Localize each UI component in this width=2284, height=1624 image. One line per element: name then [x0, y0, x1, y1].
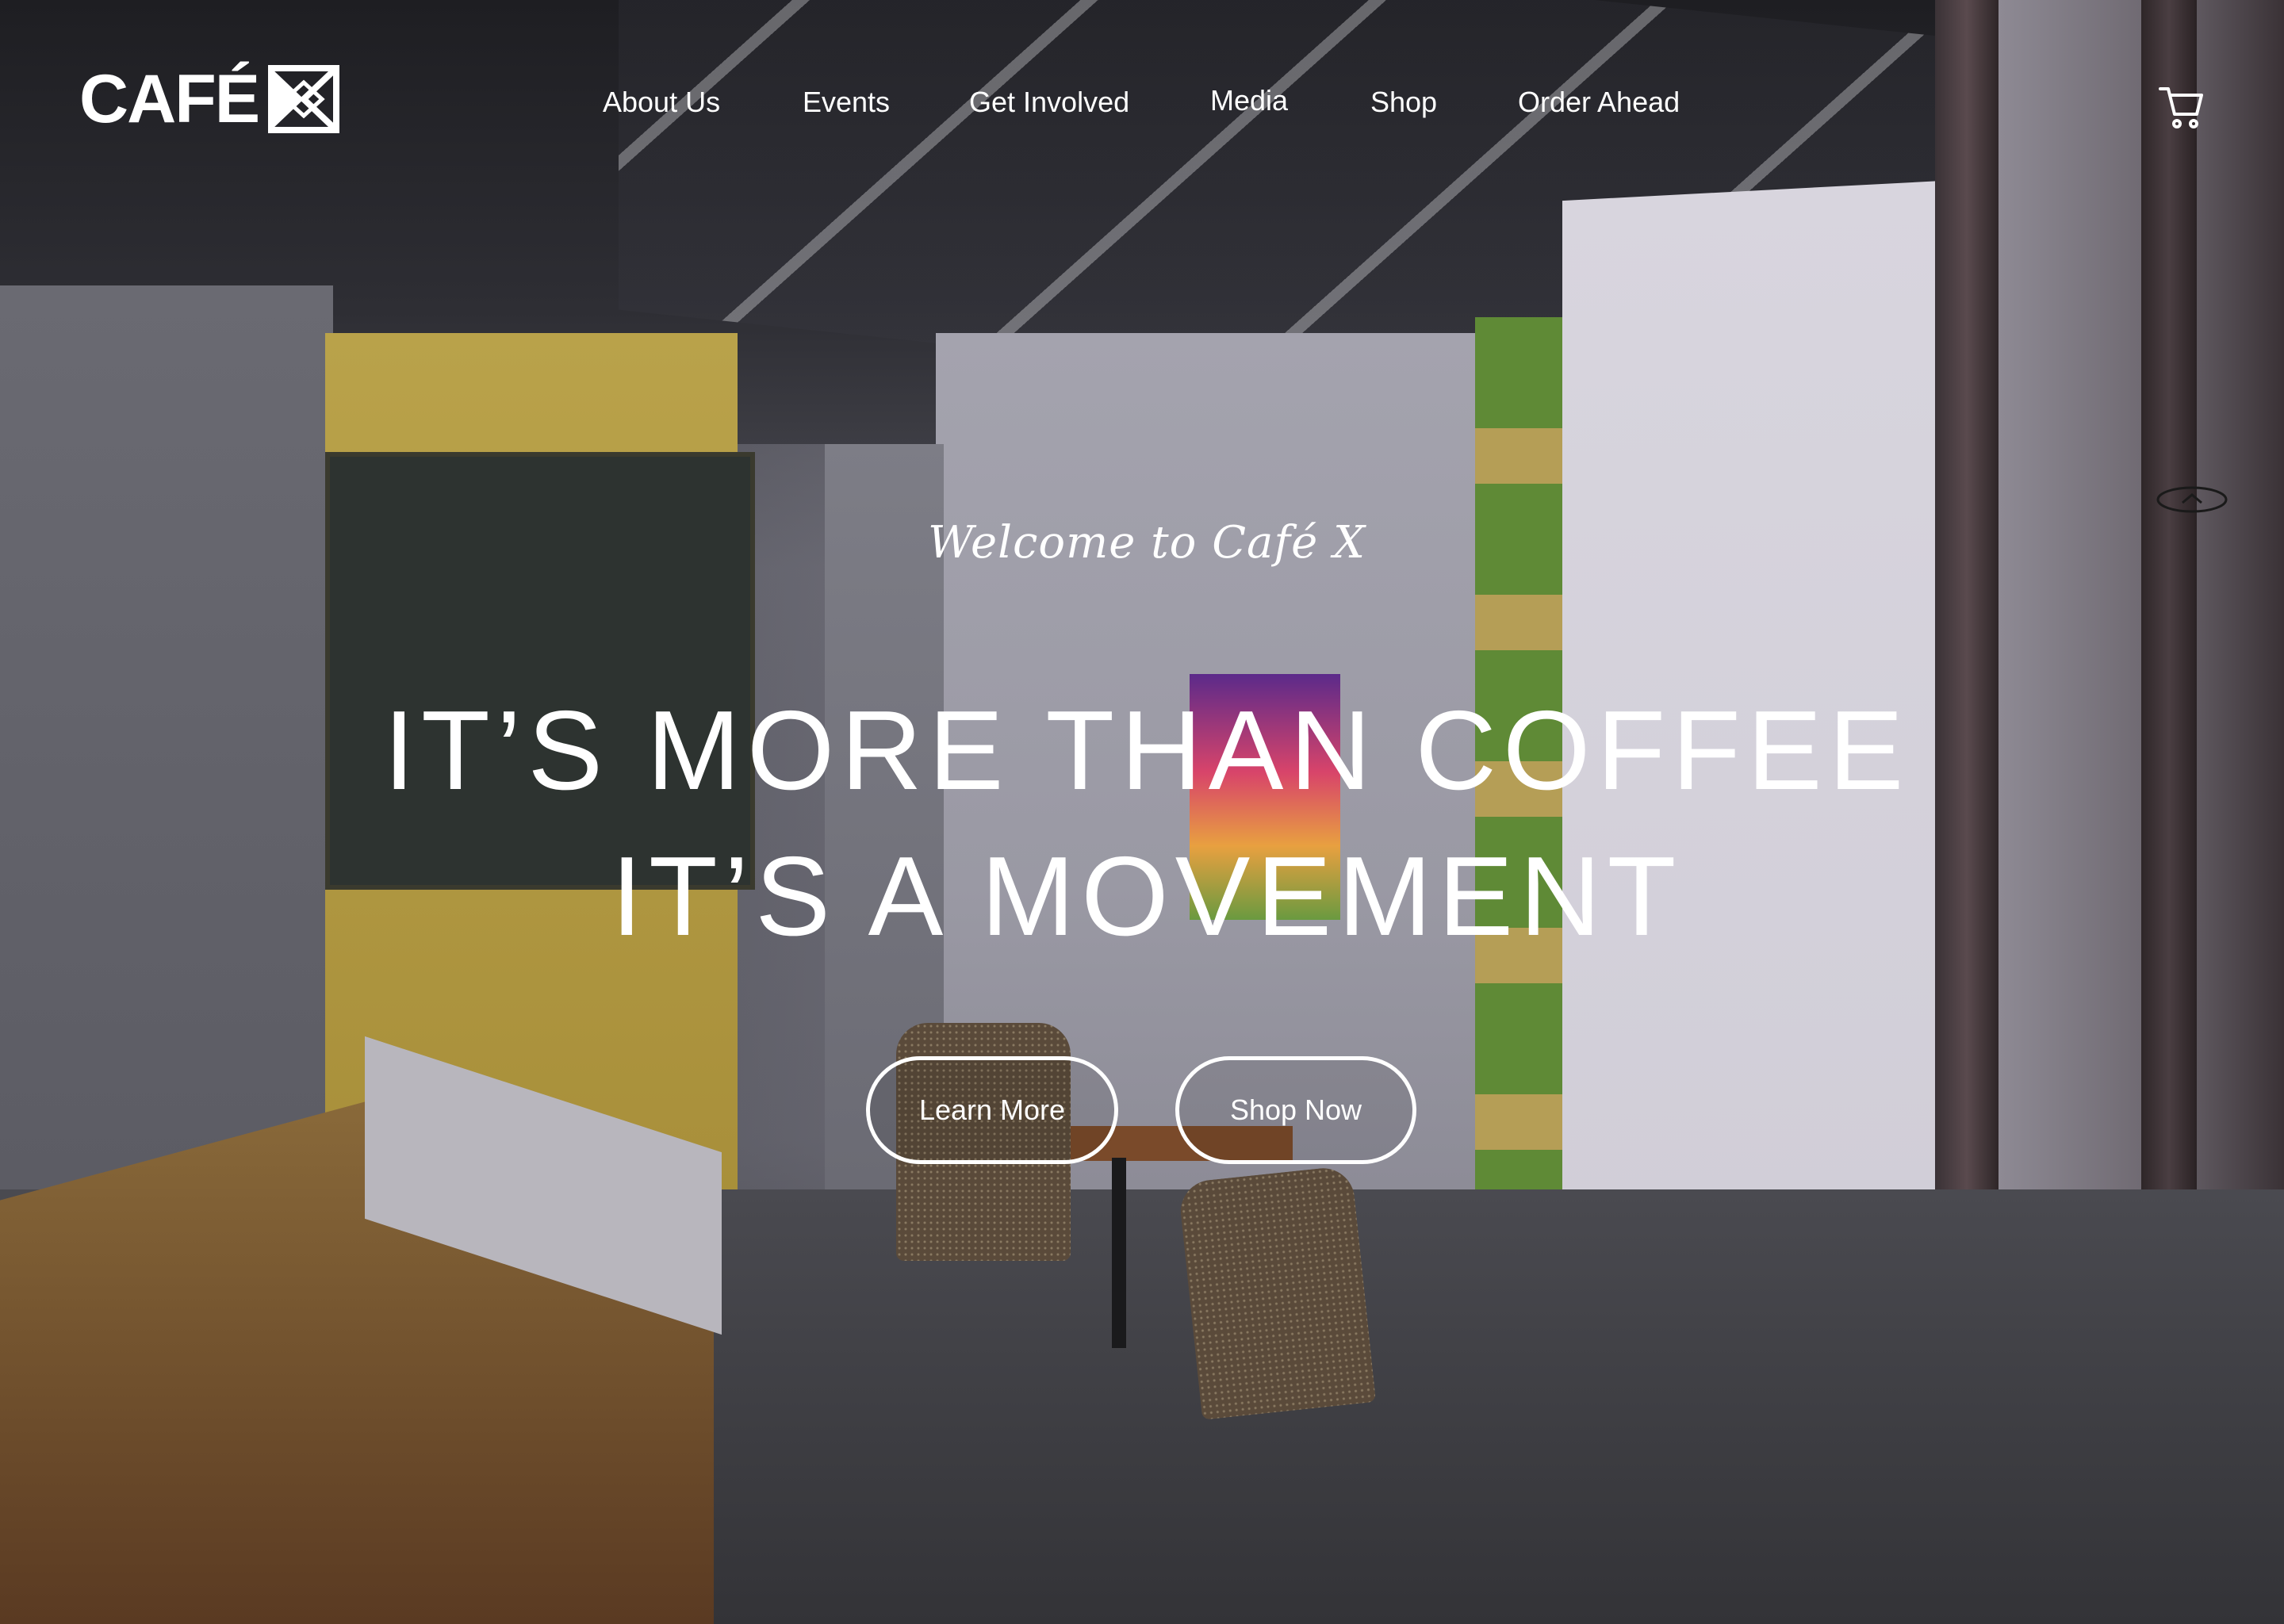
site-logo[interactable]: CAFÉ: [79, 61, 340, 137]
nav-about-us[interactable]: About Us: [603, 86, 720, 119]
nav-shop[interactable]: Shop: [1370, 86, 1437, 119]
chevron-up-icon[interactable]: [2156, 485, 2228, 514]
headline-line-1: IT’S MORE THAN COFFEE: [383, 688, 1910, 814]
headline-line-2: IT’S A MOVEMENT: [611, 833, 1683, 959]
chair-right: [1177, 1165, 1377, 1420]
welcome-text: Welcome to Café X: [928, 517, 1366, 569]
learn-more-button[interactable]: Learn More: [866, 1056, 1118, 1164]
nav-media[interactable]: Media: [1210, 84, 1288, 117]
x-mark-icon: [268, 65, 340, 133]
nav-events[interactable]: Events: [803, 86, 890, 119]
hero-section: CAFÉ About Us Events Get Involved Media …: [0, 0, 2284, 1624]
top-navigation: CAFÉ About Us Events Get Involved Media …: [0, 0, 2284, 214]
logo-text: CAFÉ: [79, 61, 260, 137]
nav-order-ahead[interactable]: Order Ahead: [1518, 86, 1680, 119]
cafe-table-leg: [1112, 1158, 1126, 1348]
cart-icon[interactable]: [2157, 82, 2205, 130]
nav-get-involved[interactable]: Get Involved: [969, 86, 1129, 119]
shop-now-button[interactable]: Shop Now: [1175, 1056, 1416, 1164]
